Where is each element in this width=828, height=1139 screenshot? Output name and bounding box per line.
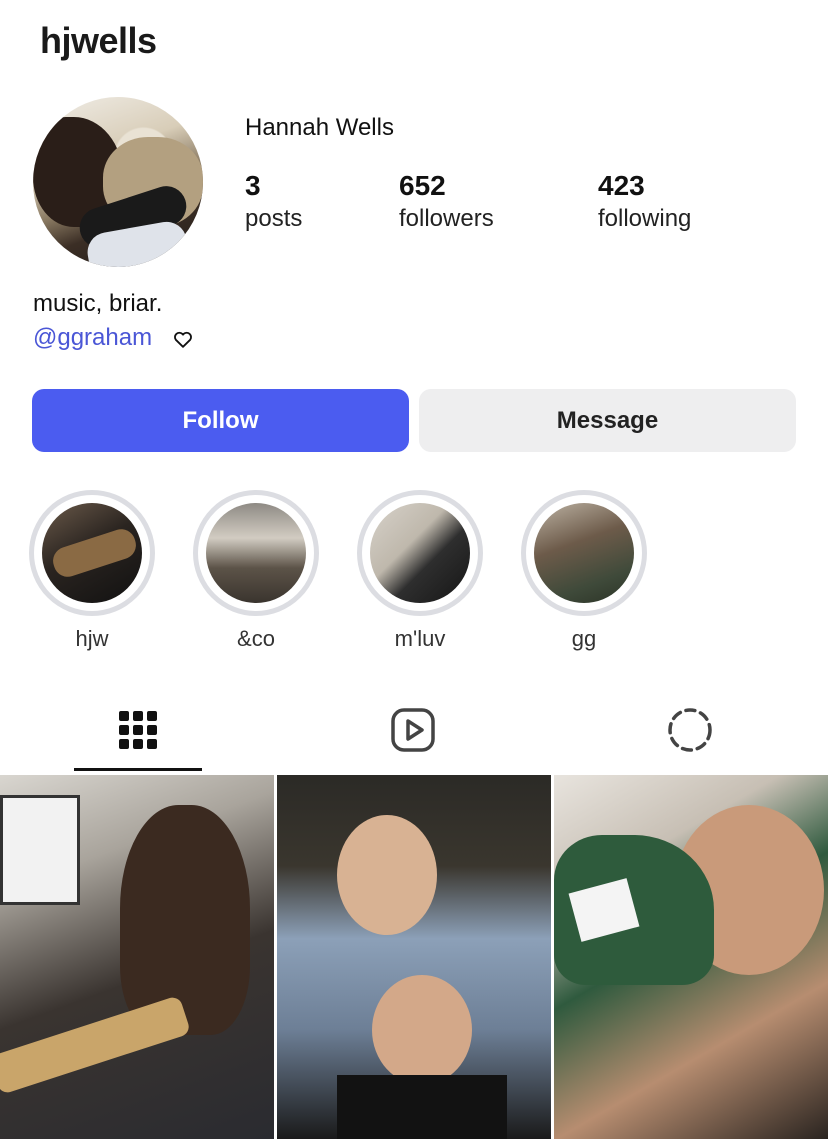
tab-grid[interactable]	[108, 700, 168, 760]
post-thumbnail[interactable]	[277, 775, 551, 1139]
highlight-label: gg	[571, 626, 597, 651]
following-label: following	[598, 205, 692, 232]
followers-stat[interactable]: 652 followers	[399, 170, 494, 236]
posts-stat[interactable]: 3 posts	[245, 170, 302, 236]
following-stat[interactable]: 423 following	[598, 170, 691, 236]
profile-avatar[interactable]	[33, 97, 203, 267]
highlight-co[interactable]: &co	[193, 490, 319, 652]
tagged-loading-icon	[668, 708, 712, 752]
bio-text: music, briar.	[33, 290, 163, 317]
bio-mention-link[interactable]: @ggraham	[33, 324, 152, 352]
highlight-mluv[interactable]: m'luv	[357, 490, 483, 652]
post-hair	[120, 805, 250, 1035]
highlight-cover	[206, 503, 306, 603]
post-top	[337, 1075, 507, 1139]
post-guitar	[0, 995, 192, 1095]
highlight-label: m'luv	[394, 626, 446, 651]
posts-count: 3	[245, 170, 261, 201]
active-tab-indicator	[74, 768, 202, 771]
post-thumbnail[interactable]	[554, 775, 828, 1139]
following-count: 423	[598, 170, 645, 201]
grid-icon	[119, 711, 157, 749]
highlight-ring	[193, 490, 319, 616]
tab-reels[interactable]	[383, 700, 443, 760]
heart-outline-icon	[174, 331, 192, 348]
highlight-label: hjw	[75, 626, 109, 651]
post-face	[372, 975, 472, 1085]
followers-label: followers	[399, 205, 494, 232]
post-face	[337, 815, 437, 935]
highlight-ring	[357, 490, 483, 616]
reels-icon	[391, 708, 435, 752]
highlight-hjw[interactable]: hjw	[29, 490, 155, 652]
highlight-label: &co	[237, 626, 275, 651]
highlight-cover	[42, 503, 142, 603]
username-title: hjwells	[40, 20, 157, 61]
highlight-ring	[521, 490, 647, 616]
full-name: Hannah Wells	[245, 114, 394, 141]
posts-label: posts	[245, 205, 303, 232]
follow-button[interactable]: Follow	[32, 389, 409, 452]
message-button[interactable]: Message	[419, 389, 796, 452]
tab-tagged[interactable]	[660, 700, 720, 760]
highlight-ring	[29, 490, 155, 616]
highlight-cover	[534, 503, 634, 603]
post-laptop	[0, 795, 80, 905]
followers-count: 652	[399, 170, 446, 201]
highlight-gg[interactable]: gg	[521, 490, 647, 652]
highlight-cover	[370, 503, 470, 603]
post-thumbnail[interactable]	[0, 775, 274, 1139]
